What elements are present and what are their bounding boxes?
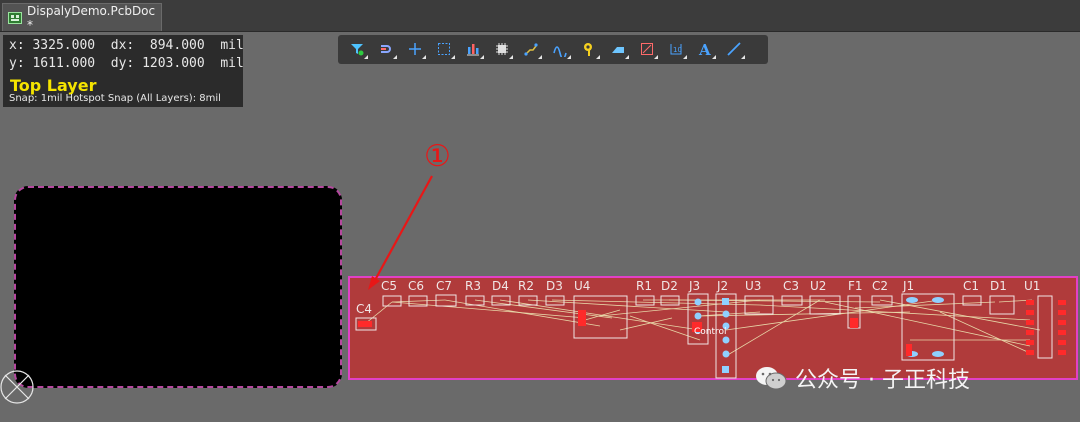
designator-c6[interactable]: C6 [408,279,424,293]
footprint-c3 [781,295,803,306]
designator-j1[interactable]: J1 [902,279,914,293]
designator-u3[interactable]: U3 [745,279,761,293]
designator-u2[interactable]: U2 [810,279,826,293]
board-label-control: Control [694,327,727,337]
designator-c5[interactable]: C5 [381,279,397,293]
designator-u1[interactable]: U1 [1024,279,1040,293]
designator-d3[interactable]: D3 [546,279,563,293]
pcb-components-layer: C4 C5 C6 C7 R3 D4 R2 D3 U4 R1 D2 J3 J2 U3 C3 U2 F1 C2 J1 C1… [355,175,1066,379]
watermark-text: 公众号 · 子正科技 [795,368,970,393]
footprint-d1 [989,295,1015,315]
designator-d4[interactable]: D4 [492,279,509,293]
designator-c2[interactable]: C2 [872,279,888,293]
designator-f1[interactable]: F1 [848,279,863,293]
designator-c4[interactable]: C4 [356,302,372,316]
footprint-u1 [1037,295,1053,359]
designator-r3[interactable]: R3 [465,279,481,293]
footprint-u2 [809,295,841,315]
designator-d2[interactable]: D2 [661,279,678,293]
annotation-arrow [368,175,433,290]
designator-c7[interactable]: C7 [436,279,452,293]
footprint-r1 [635,295,655,306]
designator-j2[interactable]: J2 [716,279,728,293]
wechat-logo-icon [755,365,787,391]
designator-c3[interactable]: C3 [783,279,799,293]
designator-r1[interactable]: R1 [636,279,652,293]
designator-c1[interactable]: C1 [963,279,979,293]
designator-r2[interactable]: R2 [518,279,534,293]
designator-d1[interactable]: D1 [990,279,1007,293]
designator-u4[interactable]: U4 [574,279,590,293]
footprint-c5 [382,295,402,307]
footprint-d2 [660,295,680,306]
annotation-marker: ① [424,139,451,174]
watermark: 公众号 · 子正科技 [755,362,970,394]
designator-j3[interactable]: J3 [688,279,700,293]
